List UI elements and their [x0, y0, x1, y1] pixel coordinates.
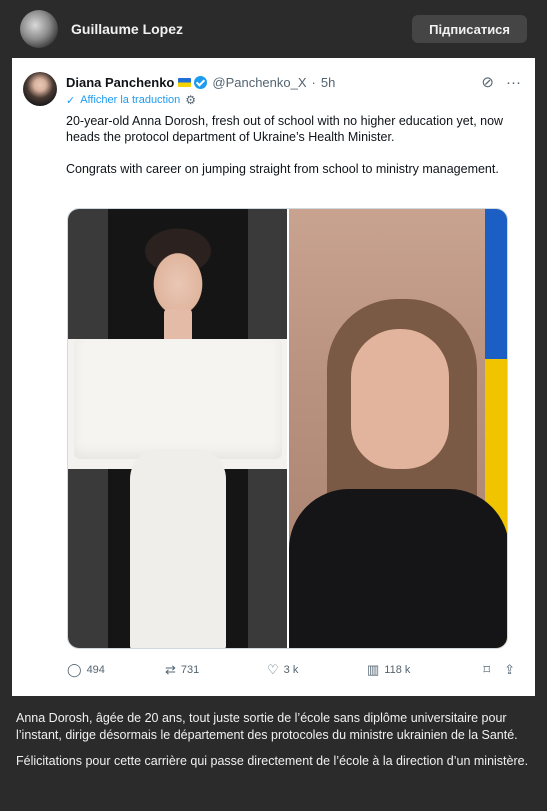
heart-icon: ♡: [267, 662, 279, 677]
channel-header: Guillaume Lopez Підписатися: [0, 0, 547, 58]
bookmark-icon[interactable]: ⌑: [483, 662, 490, 678]
caption-paragraph: Anna Dorosh, âgée de 20 ans, tout juste …: [16, 711, 518, 742]
channel-name[interactable]: Guillaume Lopez: [71, 21, 183, 37]
engagement-bar: ◯ 494 ⇄ 731 ♡ 3 k ▥ 118 k ⌑ ⇪: [67, 661, 515, 679]
translate-icon: ✓: [66, 94, 76, 107]
repost-button[interactable]: ⇄ 731: [165, 662, 267, 678]
gear-icon[interactable]: ⚙: [185, 93, 196, 107]
like-count: 3 k: [283, 664, 299, 676]
verified-badge-icon: [194, 75, 208, 89]
post-caption: Anna Dorosh, âgée de 20 ans, tout juste …: [0, 696, 547, 811]
translate-row[interactable]: ✓ Afficher la traduction ⚙: [66, 92, 196, 108]
share-icon[interactable]: ⇪: [504, 662, 515, 678]
reply-button[interactable]: ◯ 494: [67, 662, 165, 678]
author-name[interactable]: Diana Panchenko: [66, 75, 174, 90]
photo-detail: [289, 489, 507, 648]
photo-detail: [351, 329, 449, 469]
photo-right-selfie[interactable]: [289, 209, 507, 648]
ukraine-flag-icon: [178, 77, 192, 87]
views-chart-icon: ▥: [367, 662, 380, 677]
repost-count: 731: [180, 664, 200, 676]
channel-avatar[interactable]: [20, 10, 58, 48]
photo-detail: [74, 339, 282, 459]
tweet-text: 20-year-old Anna Dorosh, fresh out of sc…: [66, 113, 521, 177]
subscribe-button[interactable]: Підписатися: [412, 15, 527, 43]
reply-icon: ◯: [67, 662, 82, 677]
like-button[interactable]: ♡ 3 k: [267, 662, 367, 678]
tweet-media[interactable]: [67, 208, 508, 649]
reply-count: 494: [86, 664, 105, 676]
handle-separator: ·: [311, 74, 316, 90]
author-avatar[interactable]: [23, 72, 57, 106]
tweet-card: Diana Panchenko @Panchenko_X · 5h ⊘ ··· …: [12, 58, 535, 696]
tweet-time[interactable]: 5h: [321, 75, 335, 90]
views-count: 118 k: [384, 664, 411, 676]
repost-icon: ⇄: [165, 662, 176, 677]
translate-link[interactable]: Afficher la traduction: [80, 94, 180, 106]
photo-detail: [130, 449, 226, 648]
tweet-paragraph: 20-year-old Anna Dorosh, fresh out of sc…: [66, 114, 504, 144]
photo-left-white-dress[interactable]: [68, 209, 287, 648]
grok-icon[interactable]: ⊘: [481, 73, 494, 91]
views-button[interactable]: ▥ 118 k: [367, 662, 471, 678]
author-handle[interactable]: @Panchenko_X: [212, 75, 306, 90]
photo-divider: [287, 209, 289, 648]
caption-paragraph: Félicitations pour cette carrière qui pa…: [16, 754, 529, 768]
tweet-paragraph: Congrats with career on jumping straight…: [66, 162, 499, 176]
tweet-header: Diana Panchenko @Panchenko_X · 5h ⊘ ···: [66, 72, 521, 92]
more-options-icon[interactable]: ···: [506, 74, 521, 91]
